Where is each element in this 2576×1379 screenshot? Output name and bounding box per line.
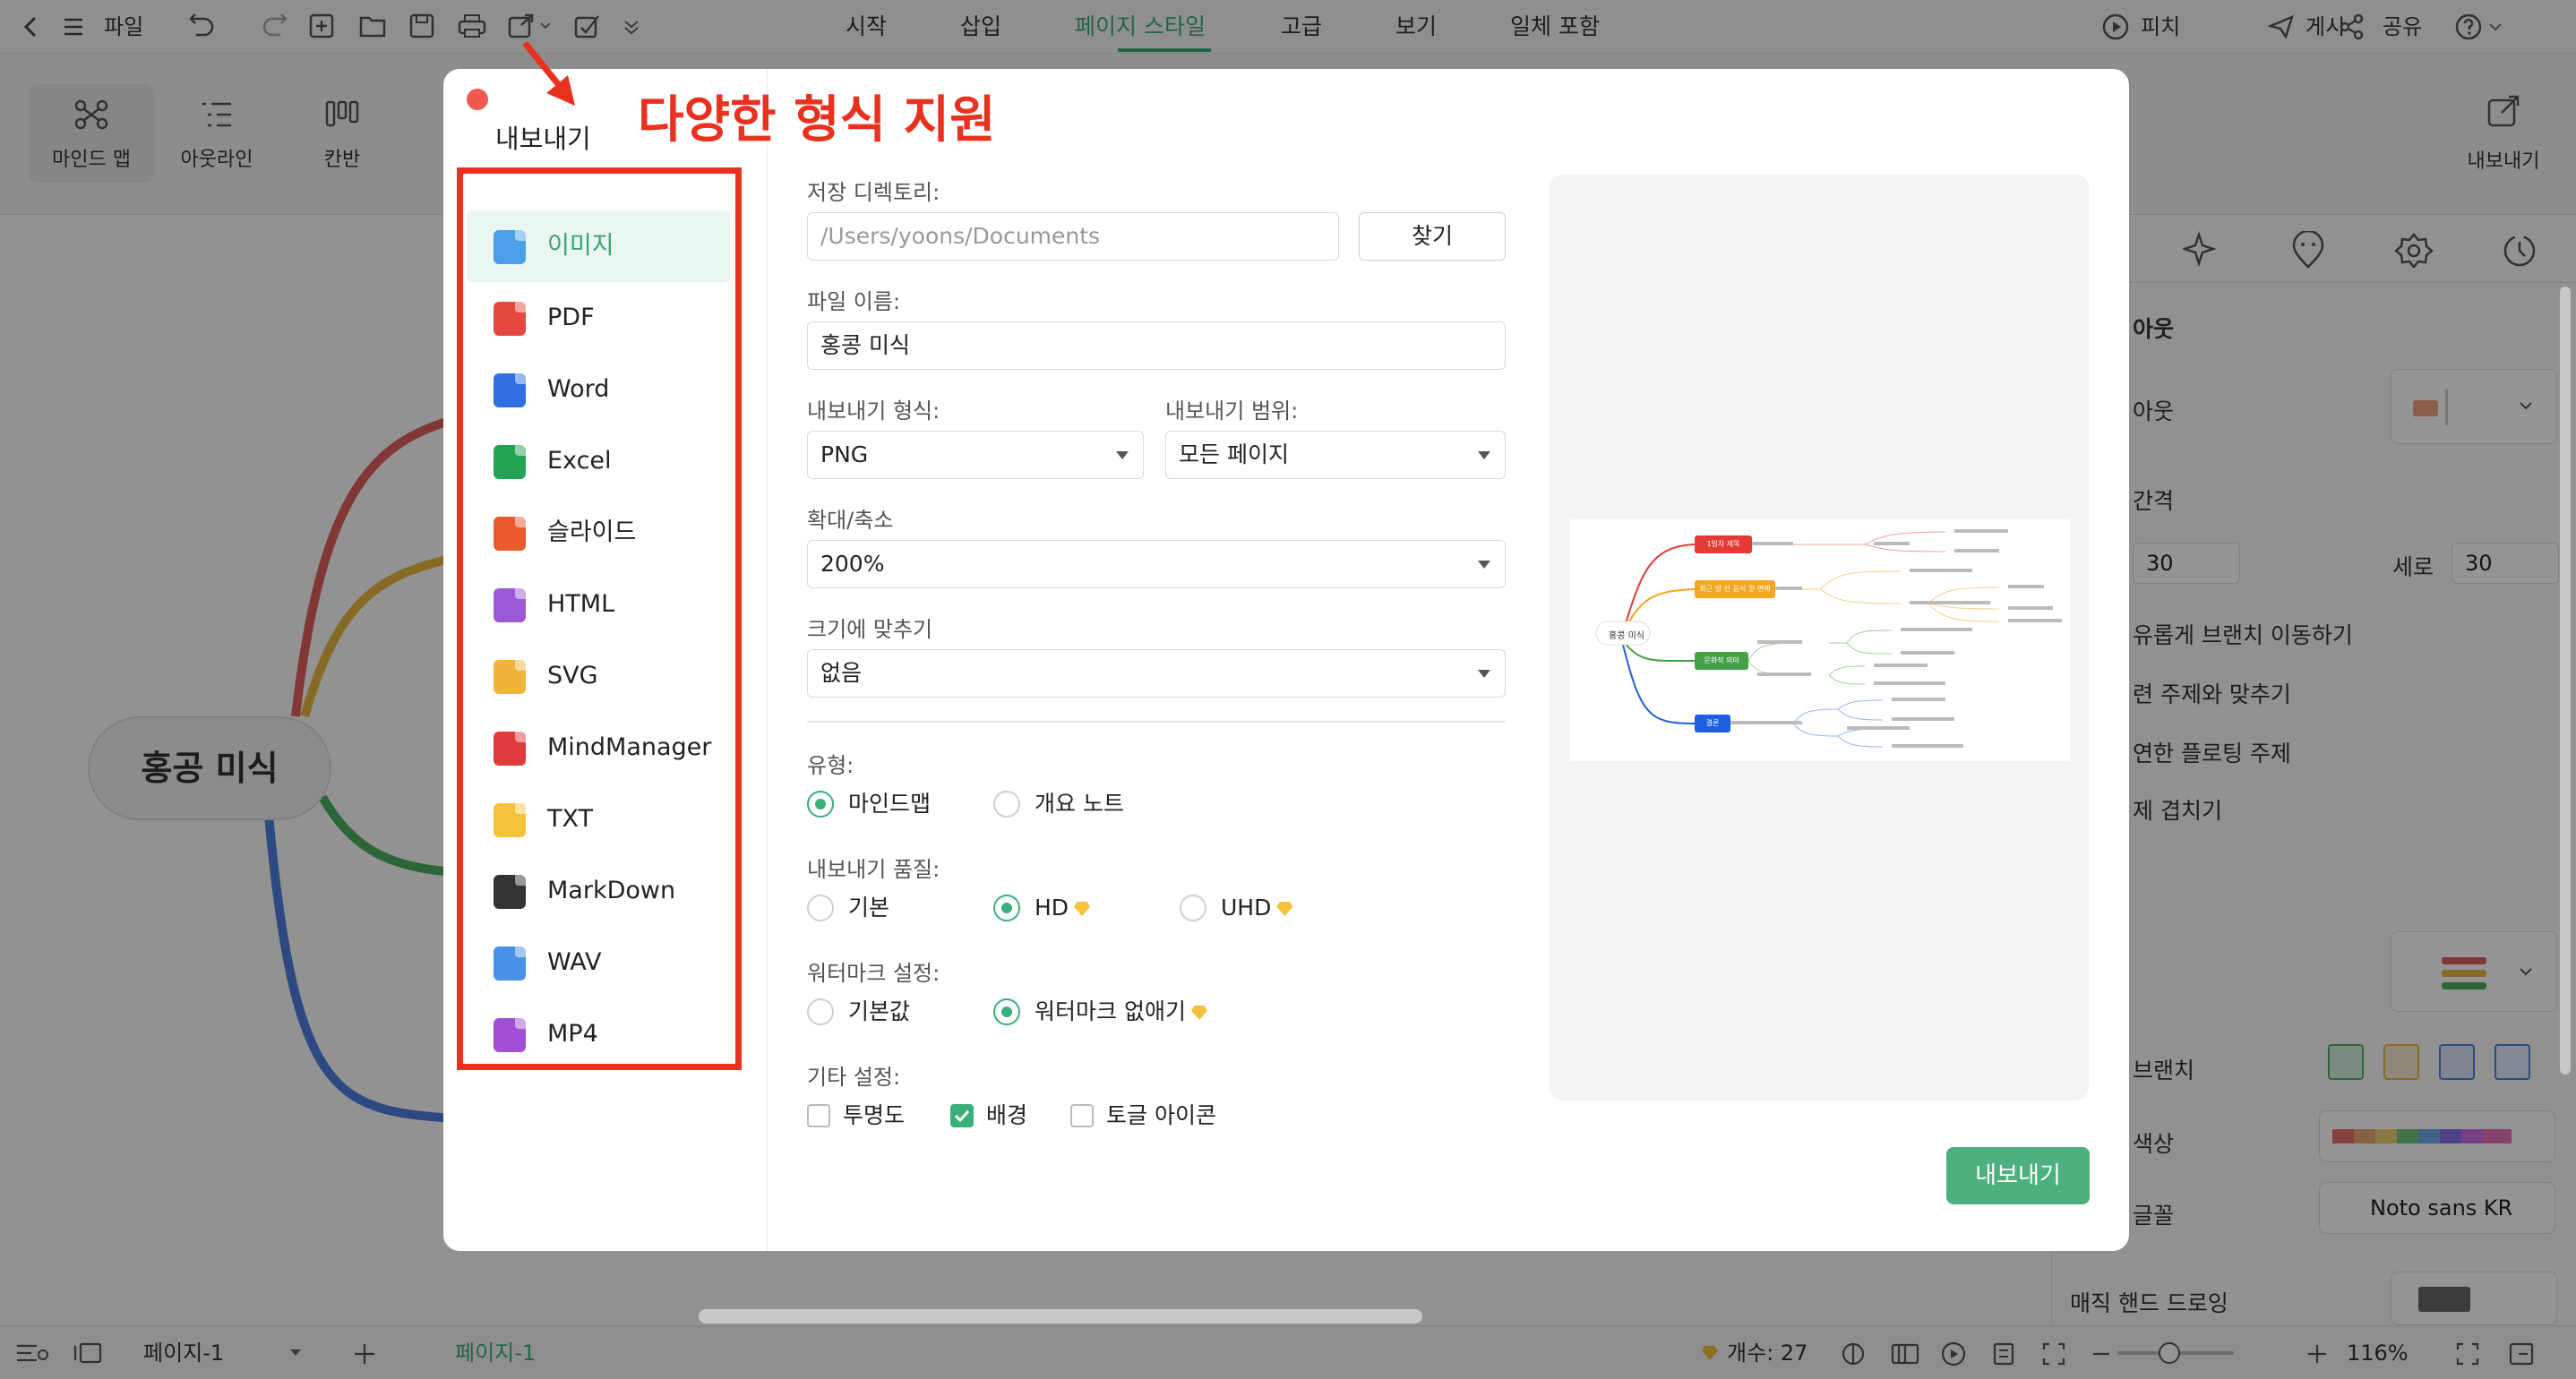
premium-gem-icon — [1276, 902, 1293, 916]
type-mindmap-label[interactable]: 마인드맵 — [848, 791, 931, 818]
toggle-icon-checkbox[interactable] — [1070, 1104, 1094, 1127]
export-range-value: 모든 페이지 — [1179, 441, 1289, 467]
watermark-remove-label: 워터마크 없애기 — [1035, 998, 1186, 1024]
filename-input[interactable]: 홍콩 미식 — [807, 321, 1506, 370]
filename-label: 파일 이름: — [807, 289, 901, 314]
preview-branch-1: 1일차 제목 — [1695, 535, 1752, 553]
preview-branch-3: 문화적 의미 — [1695, 652, 1748, 670]
preview-root: 홍콩 미식 — [1609, 631, 1644, 641]
quality-label: 내보내기 품질: — [807, 857, 940, 882]
export-range-label: 내보내기 범위: — [1165, 398, 1299, 424]
quality-basic-label[interactable]: 기본 — [848, 895, 889, 921]
preview-panel: 홍콩 미식 1일차 제목 최근 방 선 음식 얻 면에 문화적 의미 결론 — [1550, 175, 2089, 1101]
type-outline-radio[interactable] — [993, 791, 1020, 818]
other-settings-label: 기타 설정: — [807, 1065, 901, 1090]
zoom-select[interactable]: 200% — [807, 540, 1506, 588]
quality-hd-option[interactable]: HD — [1035, 895, 1091, 921]
preview-branch-4: 결론 — [1695, 715, 1730, 732]
vertical-scrollbar[interactable] — [2560, 287, 2571, 1075]
horizontal-scrollbar[interactable] — [699, 1309, 1422, 1323]
close-button[interactable] — [467, 89, 488, 110]
type-outline-label[interactable]: 개요 노트 — [1035, 791, 1124, 818]
export-format-value: PNG — [820, 441, 869, 467]
fit-label: 크기에 맞추기 — [807, 617, 933, 642]
background-checkbox[interactable] — [950, 1104, 974, 1127]
dialog-title: 내보내기 — [495, 124, 591, 154]
quality-hd-label: HD — [1035, 895, 1069, 921]
export-format-label: 내보내기 형식: — [807, 398, 940, 424]
fit-value: 없음 — [820, 660, 863, 686]
caret-down-icon — [1478, 561, 1490, 569]
save-dir-input[interactable]: /Users/yoons/Documents — [807, 212, 1339, 261]
watermark-remove-radio[interactable] — [993, 998, 1020, 1025]
preview-image: 홍콩 미식 1일차 제목 최근 방 선 음식 얻 면에 문화적 의미 결론 — [1569, 519, 2071, 761]
type-mindmap-radio[interactable] — [807, 791, 834, 818]
annotation-arrow-icon — [522, 40, 575, 106]
watermark-default-radio[interactable] — [807, 998, 834, 1025]
background-label[interactable]: 배경 — [986, 1102, 1027, 1129]
caret-down-icon — [1478, 451, 1490, 459]
export-range-select[interactable]: 모든 페이지 — [1165, 431, 1506, 479]
export-form: 저장 디렉토리: /Users/yoons/Documents 찾기 파일 이름… — [768, 69, 1663, 1251]
browse-button[interactable]: 찾기 — [1359, 212, 1506, 261]
annotation-text: 다양한 형식 지원 — [638, 91, 996, 150]
quality-uhd-radio[interactable] — [1180, 895, 1206, 921]
transparency-checkbox[interactable] — [807, 1104, 830, 1127]
caret-down-icon — [1116, 451, 1129, 459]
fit-select[interactable]: 없음 — [807, 649, 1506, 698]
quality-uhd-option[interactable]: UHD — [1221, 895, 1293, 921]
caret-down-icon — [1478, 670, 1490, 678]
save-dir-label: 저장 디렉토리: — [807, 180, 940, 205]
checkmark-icon — [954, 1109, 970, 1123]
divider — [807, 721, 1506, 723]
highlight-box — [457, 167, 742, 1070]
zoom-label: 확대/축소 — [807, 508, 894, 533]
preview-branch-2: 최근 방 선 음식 얻 면에 — [1695, 580, 1775, 598]
preview-mindmap — [1595, 529, 2062, 748]
export-format-select[interactable]: PNG — [807, 431, 1144, 479]
zoom-value: 200% — [820, 551, 885, 577]
type-label: 유형: — [807, 753, 854, 778]
premium-gem-icon — [1074, 902, 1091, 916]
premium-gem-icon — [1190, 1006, 1207, 1020]
quality-hd-radio[interactable] — [993, 895, 1020, 921]
watermark-remove-option[interactable]: 워터마크 없애기 — [1035, 998, 1207, 1025]
export-button[interactable]: 내보내기 — [1946, 1147, 2090, 1204]
watermark-label: 워터마크 설정: — [807, 961, 940, 986]
toggle-icon-label[interactable]: 토글 아이콘 — [1106, 1102, 1216, 1129]
transparency-label[interactable]: 투명도 — [843, 1102, 905, 1129]
watermark-default-label[interactable]: 기본값 — [848, 998, 910, 1025]
quality-basic-radio[interactable] — [807, 895, 834, 921]
quality-uhd-label: UHD — [1221, 895, 1272, 921]
